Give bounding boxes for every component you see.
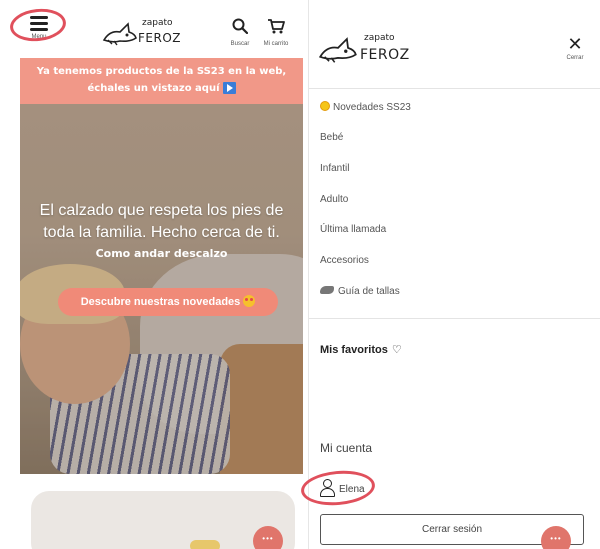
discover-news-button[interactable]: Descubre nuestras novedades (58, 288, 278, 316)
logo-text-top: zapato (364, 33, 395, 43)
search-icon (232, 18, 249, 35)
cart-icon (268, 19, 285, 34)
menu-item-label: Guía de tallas (338, 286, 400, 297)
account-title: Mi cuenta (320, 441, 373, 455)
search-label: Buscar (230, 41, 250, 47)
cart-button[interactable]: Mi carrito (258, 18, 294, 47)
logo-text-bottom: FEROZ (138, 31, 181, 45)
wolf-logo-icon (102, 22, 137, 46)
close-menu-button[interactable]: ✕ Cerrar (562, 34, 588, 62)
menu-item-novedades[interactable]: Novedades SS23 (320, 101, 411, 113)
promo-banner[interactable]: Ya tenemos productos de la SS23 en la we… (20, 58, 303, 104)
hero-link[interactable]: Como andar descalzo (30, 247, 293, 260)
logo-text-top: zapato (142, 18, 173, 28)
favorites-link[interactable]: Mis favoritos ♡ (320, 343, 402, 356)
product-thumbnail (190, 540, 220, 549)
search-button[interactable]: Buscar (226, 18, 254, 47)
chat-button-menu[interactable] (541, 526, 571, 549)
close-icon: ✕ (567, 34, 583, 55)
sun-icon (320, 101, 330, 111)
play-icon (222, 82, 236, 94)
heart-icon: ♡ (391, 343, 402, 356)
shoe-icon (320, 286, 334, 294)
cart-label: Mi carrito (263, 41, 289, 47)
menu-divider-bottom (309, 318, 600, 319)
menu-item-ultima-llamada[interactable]: Última llamada (320, 224, 386, 235)
hero-banner: El calzado que respeta los pies de toda … (20, 104, 303, 474)
menu-item-accesorios[interactable]: Accesorios (320, 255, 369, 266)
close-label: Cerrar (566, 55, 584, 61)
chat-button[interactable] (253, 526, 283, 549)
menu-item-bebe[interactable]: Bebé (320, 132, 343, 143)
homepage-panel: Menu zapato FEROZ Buscar Mi carrito Ya t… (20, 0, 303, 549)
site-logo[interactable]: zapato FEROZ (102, 18, 186, 48)
menu-item-guia-tallas[interactable]: Guía de tallas (320, 286, 400, 297)
star-eyes-emoji-icon (243, 295, 256, 307)
discover-news-label: Descubre nuestras novedades (80, 296, 241, 308)
menu-logo[interactable]: zapato FEROZ (318, 32, 412, 66)
promo-line-1: Ya tenemos productos de la SS23 en la we… (36, 66, 287, 77)
menu-item-infantil[interactable]: Infantil (320, 163, 349, 174)
menu-item-label: Novedades SS23 (333, 102, 411, 113)
wolf-logo-icon (318, 37, 357, 63)
side-menu-panel: ✕ Cerrar Novedades SS23 Bebé Infantil Ad… (308, 0, 600, 549)
menu-divider-top (309, 88, 600, 89)
promo-line-2: échales un vistazo aquí (87, 83, 220, 94)
logo-text-bottom: FEROZ (360, 47, 410, 63)
menu-item-adulto[interactable]: Adulto (320, 194, 348, 205)
favorites-title: Mis favoritos (320, 344, 388, 356)
hero-title: El calzado que respeta los pies de toda … (39, 202, 284, 241)
